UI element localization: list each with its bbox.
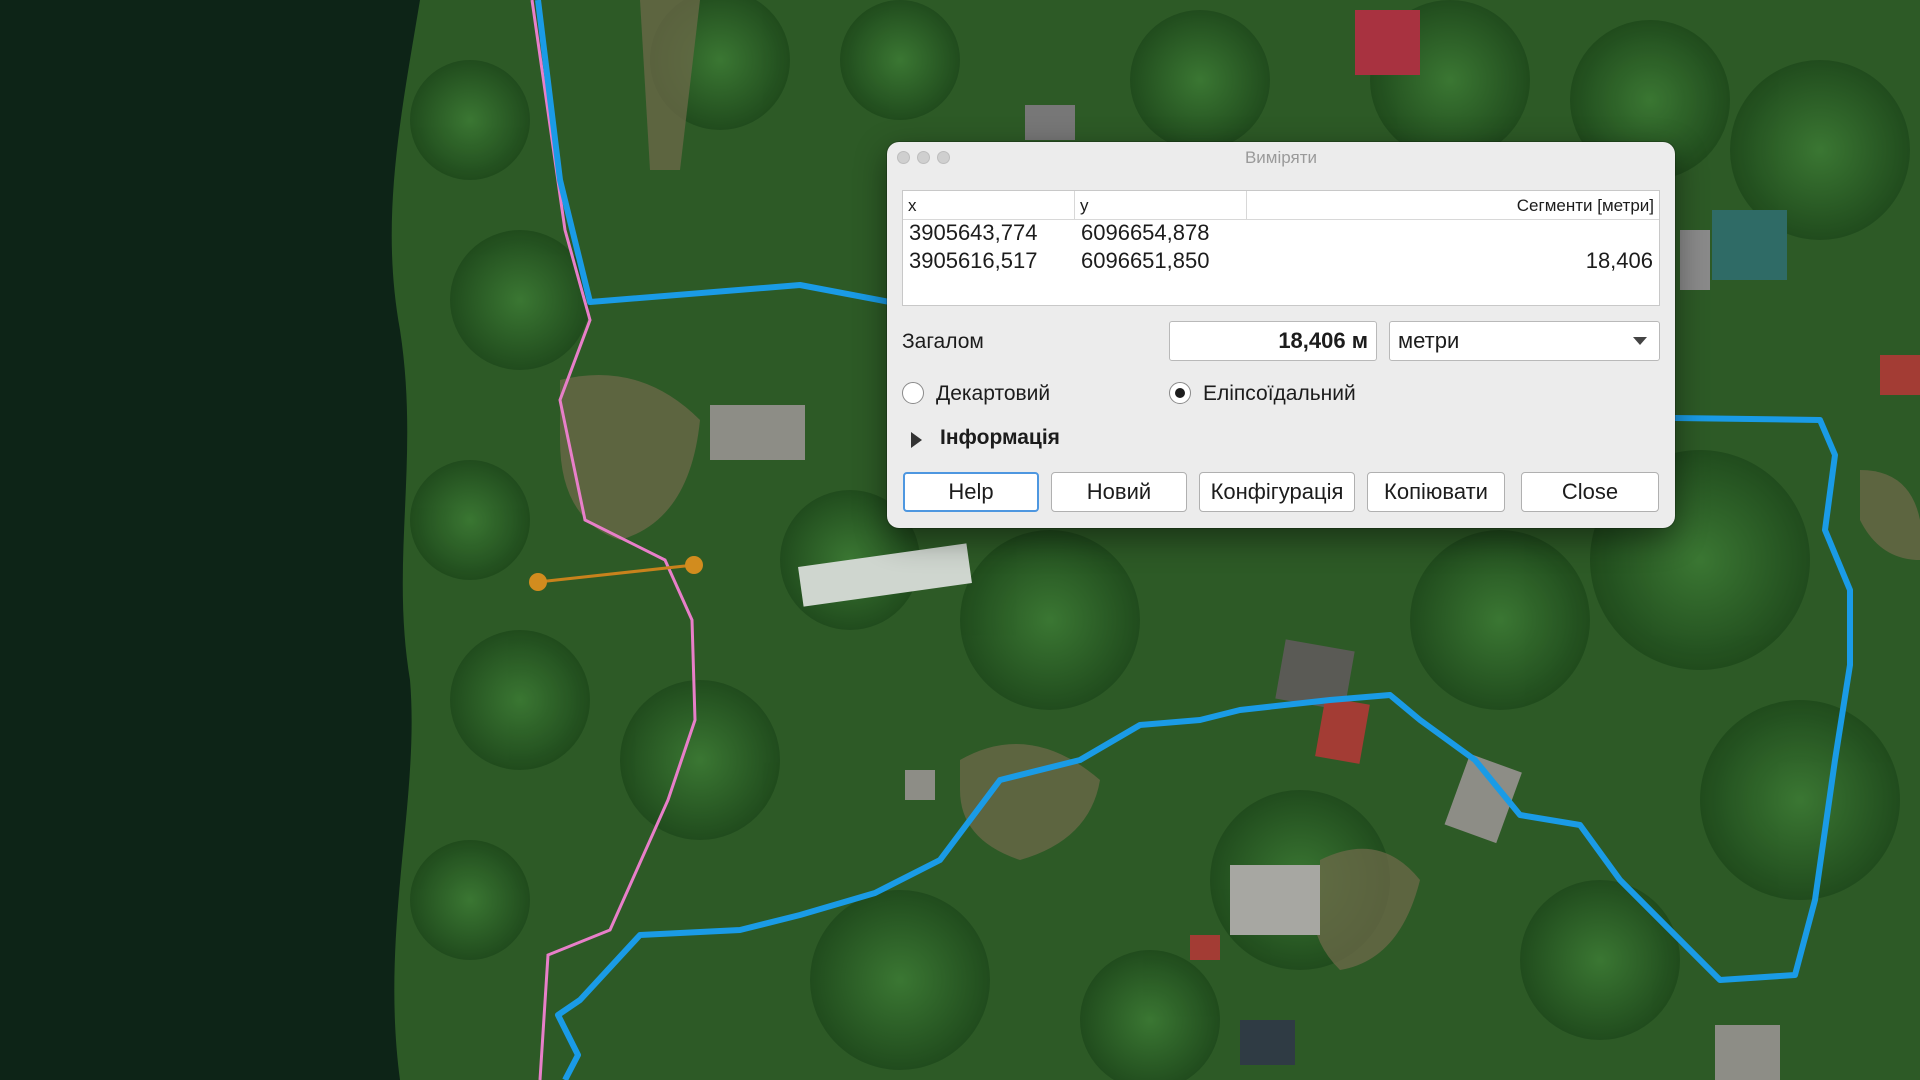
measure-point-start [529, 573, 547, 591]
water-area [0, 0, 420, 1080]
info-section-toggle[interactable]: Інформація [940, 426, 1060, 450]
help-button[interactable]: Help [903, 472, 1039, 512]
table-header: x y Сегменти [метри] [903, 191, 1659, 220]
cell-y: 6096654,878 [1081, 220, 1210, 245]
column-header-segments[interactable]: Сегменти [метри] [1247, 191, 1659, 219]
chevron-down-icon [1633, 337, 1647, 345]
measure-dialog: Виміряти x y Сегменти [метри] 3905643,77… [887, 142, 1675, 528]
dialog-title: Виміряти [1244, 148, 1318, 167]
cell-x: 3905616,517 [909, 248, 1038, 273]
units-select-value: метри [1398, 328, 1460, 353]
cell-segment: 18,406 [1585, 248, 1653, 273]
copy-button[interactable]: Копіювати [1367, 472, 1505, 512]
dialog-titlebar[interactable]: Виміряти [887, 142, 1675, 172]
measure-point-end [685, 556, 703, 574]
new-button[interactable]: Новий [1051, 472, 1187, 512]
radio-selected-dot [1175, 388, 1185, 398]
units-select[interactable]: метри [1389, 321, 1660, 361]
column-header-x[interactable]: x [903, 191, 1075, 219]
radio-cartesian-label[interactable]: Декартовий [936, 382, 1050, 406]
expand-arrow-icon[interactable] [911, 432, 922, 448]
total-value-field[interactable]: 18,406 м [1169, 321, 1377, 361]
total-label: Загалом [902, 330, 984, 353]
table-row[interactable]: 3905643,774 6096654,878 [903, 219, 1659, 247]
cell-x: 3905643,774 [909, 220, 1038, 245]
radio-ellipsoidal[interactable] [1169, 382, 1191, 404]
radio-ellipsoidal-label[interactable]: Еліпсоїдальний [1203, 382, 1356, 406]
cell-y: 6096651,850 [1081, 248, 1210, 273]
radio-cartesian[interactable] [902, 382, 924, 404]
measurements-table[interactable]: x y Сегменти [метри] 3905643,774 6096654… [902, 190, 1660, 306]
column-header-y[interactable]: y [1075, 191, 1247, 219]
table-row[interactable]: 3905616,517 6096651,850 18,406 [903, 247, 1659, 275]
close-button[interactable]: Close [1521, 472, 1659, 512]
configuration-button[interactable]: Конфігурація [1199, 472, 1355, 512]
